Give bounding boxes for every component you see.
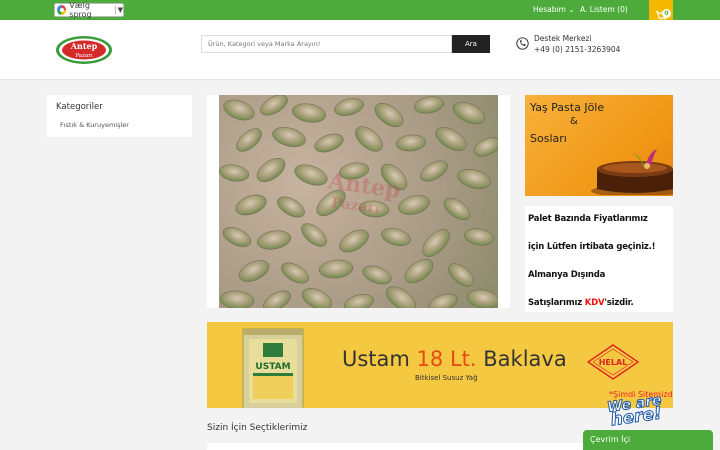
language-selector[interactable]: Vælg sprog ▼ (54, 1, 124, 19)
sidebar-item-pistachio-nuts[interactable]: Fıstık & Kuruyemişler (60, 121, 129, 129)
banner2-line1: Palet Bazında Fiyatlarımız (528, 214, 648, 224)
site-logo[interactable]: Antep Pazarı (55, 35, 113, 65)
seal-text: HELAL (599, 358, 628, 367)
category-sidebar: Kategoriler Fıstık & Kuruyemişler (47, 95, 192, 137)
banner2-line4: Satışlarımız KDV'sizdir. (528, 298, 634, 308)
oil-can-image: USTAM (242, 328, 304, 408)
ustam-oil-banner[interactable]: USTAM Ustam 18 Lt. Baklava Bitkisel Susu… (207, 322, 673, 408)
can-label: USTAM (255, 362, 290, 372)
live-chat-button[interactable]: Çevrim İçi (583, 430, 713, 450)
logo-line2: Pazarı (75, 53, 93, 59)
top-bar: Vælg sprog ▼ Hesabım ⌄ A. Listem (0) (0, 0, 720, 20)
phone-icon (516, 37, 529, 50)
logo-line1: Antep (70, 41, 98, 51)
we-are-here-badge[interactable]: We are here! (606, 392, 664, 431)
banner2-line4-post: 'sizdir. (604, 298, 634, 308)
account-menu[interactable]: Hesabım ⌄ (533, 5, 575, 14)
brand-name: Ustam (342, 347, 410, 371)
language-selector-label: Vælg sprog (69, 1, 92, 19)
pistachio-image: Antep Pazarı (219, 95, 498, 308)
banner2-line2: için Lütfen irtibata geçiniz.! (528, 242, 656, 252)
wishlist-link[interactable]: A. Listem (0) (580, 5, 628, 14)
product-name: Baklava (483, 347, 567, 371)
search-input[interactable] (201, 35, 452, 53)
cake-jelly-banner[interactable]: Yaş Pasta Jöle & Sosları (525, 95, 673, 196)
banner-subtitle: Bitkisel Susuz Yağ (415, 374, 478, 382)
chevron-down-icon: ⌄ (568, 5, 575, 14)
support-title: Destek Merkezi (534, 34, 592, 43)
banner-headline: Ustam 18 Lt. Baklava (342, 347, 567, 371)
banner2-vat-label: KDV (584, 298, 605, 308)
banner1-line1: Yaş Pasta Jöle (530, 101, 605, 114)
banner1-line2: & (570, 116, 578, 127)
support-phone[interactable]: +49 (0) 2151-3263904 (534, 45, 620, 54)
banner2-line3: Almanya Dışında (528, 270, 606, 280)
account-label: Hesabım (533, 5, 566, 14)
pallet-pricing-banner[interactable]: Palet Bazında Fiyatlarımız için Lütfen i… (525, 206, 673, 312)
sidebar-title: Kategoriler (56, 102, 103, 112)
google-icon (57, 5, 67, 15)
badge-line2: here! (609, 403, 664, 431)
site-header: Antep Pazarı Ara Destek Merkezi +49 (0) … (0, 20, 720, 80)
helal-seal-icon: HELAL (587, 344, 639, 380)
hero-slider[interactable]: Antep Pazarı (207, 95, 510, 308)
search-button[interactable]: Ara (452, 35, 490, 53)
cake-image (591, 149, 673, 195)
product-size: 18 Lt. (416, 347, 477, 371)
chevron-down-icon: ▼ (114, 6, 123, 14)
banner1-line3: Sosları (530, 132, 567, 145)
cart-count-badge: 0 (662, 9, 671, 18)
banner2-line4-pre: Satışlarımız (528, 298, 585, 308)
section-title: Sizin İçin Seçtiklerimiz (207, 423, 308, 433)
